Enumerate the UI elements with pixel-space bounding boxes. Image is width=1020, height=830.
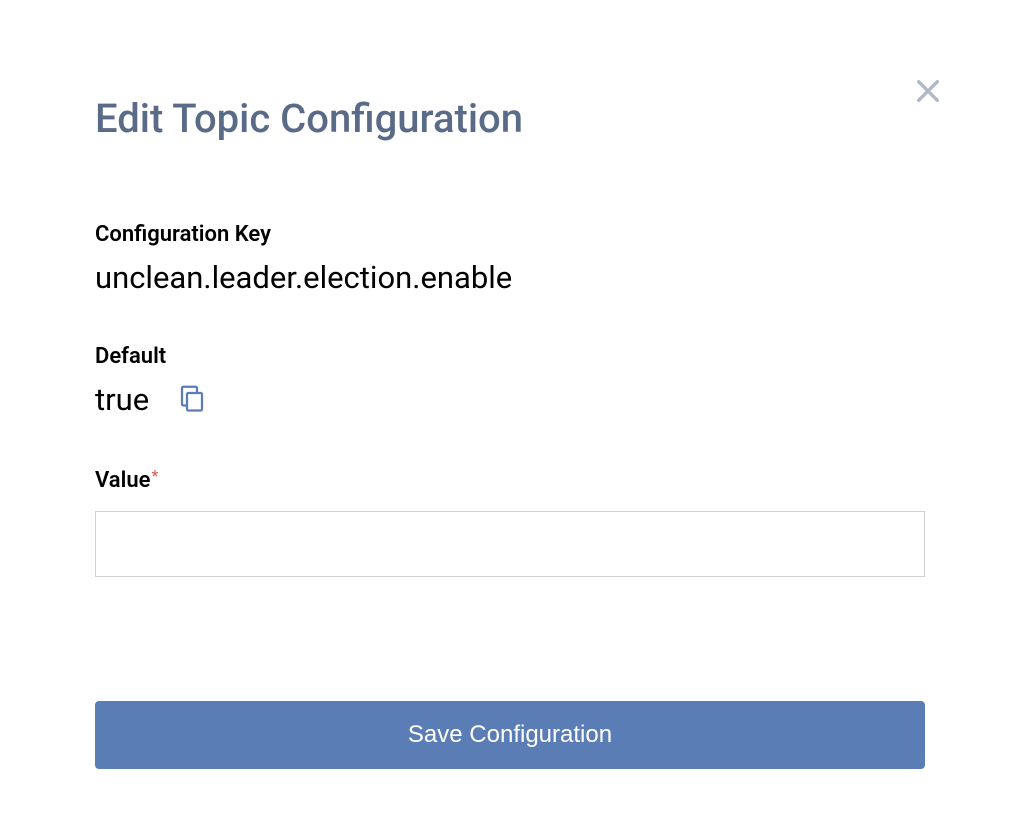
- save-configuration-button[interactable]: Save Configuration: [95, 701, 925, 769]
- default-label: Default: [95, 344, 925, 369]
- dialog-title: Edit Topic Configuration: [95, 95, 925, 142]
- default-value: true: [95, 381, 149, 418]
- value-field-group: Value*: [95, 466, 925, 577]
- value-label: Value: [95, 468, 150, 493]
- config-key-field: Configuration Key unclean.leader.electio…: [95, 222, 925, 296]
- config-key-label: Configuration Key: [95, 222, 925, 247]
- default-field: Default true: [95, 344, 925, 418]
- close-icon: [912, 75, 944, 110]
- copy-icon: [177, 383, 207, 416]
- edit-topic-config-dialog: Edit Topic Configuration Configuration K…: [0, 0, 1020, 769]
- value-input[interactable]: [95, 511, 925, 577]
- required-indicator: *: [151, 466, 158, 485]
- copy-default-button[interactable]: [177, 383, 207, 416]
- close-button[interactable]: [910, 74, 946, 110]
- config-key-value: unclean.leader.election.enable: [95, 259, 925, 296]
